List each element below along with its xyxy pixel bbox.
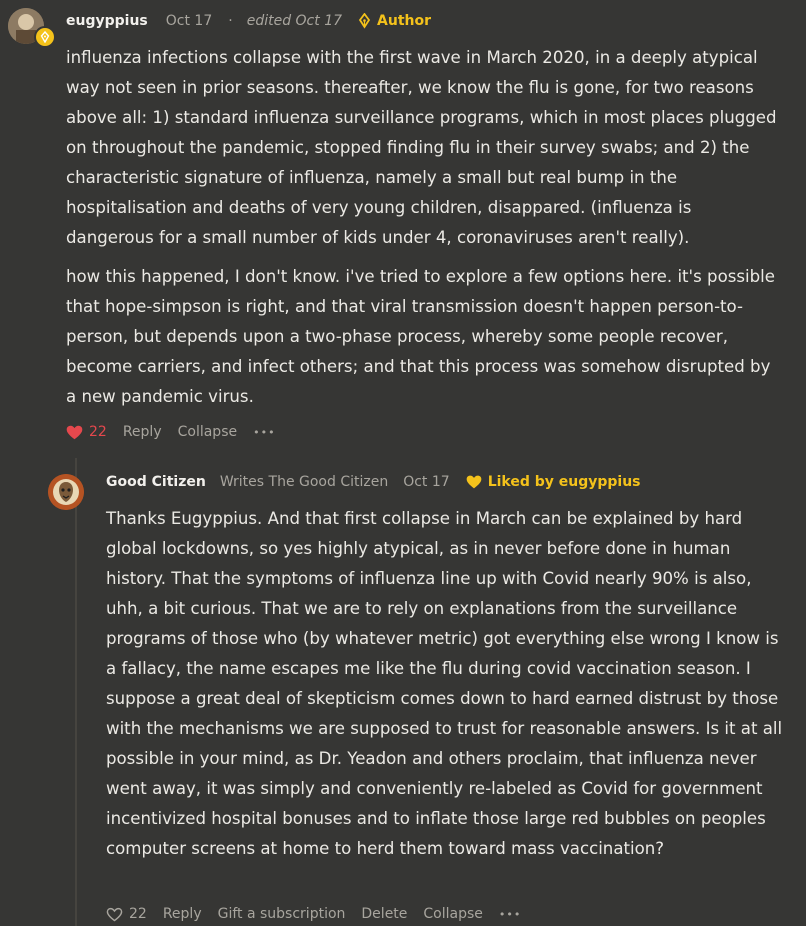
- fountain-pen-icon: [40, 31, 50, 43]
- reply-button[interactable]: Reply: [163, 906, 202, 922]
- thread-line: [75, 458, 77, 926]
- like-count: 22: [129, 906, 147, 922]
- comment-body: Thanks Eugyppius. And that first collaps…: [106, 504, 786, 864]
- writes-label[interactable]: Writes The Good Citizen: [220, 474, 388, 490]
- heart-icon: [66, 425, 83, 439]
- liked-by-label: Liked by eugyppius: [466, 474, 641, 490]
- more-dots-icon[interactable]: •••: [499, 908, 521, 921]
- more-dots-icon[interactable]: •••: [253, 426, 275, 439]
- delete-button[interactable]: Delete: [361, 906, 407, 922]
- author-badge-icon: [34, 26, 56, 48]
- author-name[interactable]: Good Citizen: [106, 474, 206, 490]
- author-name[interactable]: eugyppius: [66, 13, 148, 29]
- like-button[interactable]: 22: [106, 906, 147, 922]
- comment-actions: 22 Reply Collapse •••: [66, 422, 276, 442]
- collapse-button[interactable]: Collapse: [423, 906, 483, 922]
- avatar[interactable]: [48, 474, 84, 510]
- comment-actions: 22 Reply Gift a subscription Delete Coll…: [106, 904, 521, 924]
- comment-paragraph: influenza infections collapse with the f…: [66, 48, 777, 247]
- comment-header: Good Citizen Writes The Good Citizen Oct…: [106, 472, 641, 492]
- edited-label: edited Oct 17: [246, 13, 343, 29]
- comment-header: eugyppius Oct 17 · edited Oct 17 Author: [66, 11, 431, 31]
- like-button[interactable]: 22: [66, 424, 107, 440]
- fountain-pen-icon: [358, 13, 371, 29]
- comment-body: influenza infections collapse with the f…: [66, 43, 782, 412]
- separator: ·: [228, 13, 233, 29]
- liked-by-text: Liked by eugyppius: [487, 474, 641, 490]
- author-label: Author: [358, 13, 431, 29]
- reply-button[interactable]: Reply: [123, 424, 162, 440]
- like-count: 22: [89, 424, 107, 440]
- comment-date[interactable]: Oct 17: [403, 474, 449, 490]
- heart-icon: [466, 475, 482, 489]
- comment-date[interactable]: Oct 17: [166, 13, 212, 29]
- collapse-button[interactable]: Collapse: [178, 424, 238, 440]
- comment-paragraph: Thanks Eugyppius. And that first collaps…: [106, 509, 783, 858]
- comment-paragraph: how this happened, I don't know. i've tr…: [66, 267, 775, 406]
- gift-subscription-button[interactable]: Gift a subscription: [218, 906, 346, 922]
- avatar-image: [48, 474, 84, 510]
- author-badge: Author: [377, 13, 431, 29]
- heart-outline-icon: [106, 907, 123, 921]
